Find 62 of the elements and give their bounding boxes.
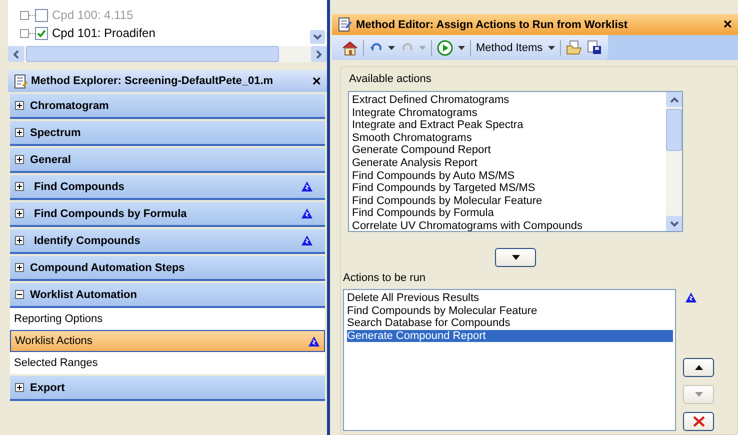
panel-title: Method Explorer: Screening-DefaultPete_01.m bbox=[31, 75, 274, 87]
left-chevron-icon[interactable] bbox=[13, 50, 19, 58]
list-label: Actions to be run bbox=[343, 272, 427, 284]
scroll-down-button[interactable] bbox=[310, 30, 325, 44]
up-arrow-icon bbox=[694, 365, 702, 370]
move-up-button[interactable] bbox=[683, 358, 714, 377]
list-item[interactable]: Find Compounds by Auto MS/MS bbox=[352, 170, 666, 182]
list-item[interactable]: Search Database for Compounds bbox=[347, 317, 673, 330]
list-item[interactable]: Correlate UV Chromatograms with Compounds bbox=[352, 220, 666, 233]
section-header[interactable]: Identify Compounds bbox=[10, 229, 325, 254]
section-header[interactable]: Worklist Automation bbox=[10, 283, 325, 308]
close-button[interactable]: × bbox=[312, 72, 321, 90]
list-item[interactable]: Find Compounds by Formula bbox=[352, 207, 666, 220]
method-items-menu[interactable]: Method Items bbox=[476, 42, 543, 54]
section-header[interactable]: Find Compounds bbox=[10, 175, 325, 200]
list-item[interactable]: Find Compounds by Molecular Feature bbox=[352, 194, 666, 208]
section-header[interactable]: Find Compounds by Formula bbox=[10, 202, 325, 227]
home-icon[interactable] bbox=[342, 40, 358, 56]
list-item[interactable]: Smooth Chromatograms bbox=[352, 132, 666, 144]
list-item[interactable]: Generate Analysis Report bbox=[352, 156, 666, 170]
list-item[interactable]: Integrate and Extract Peak Spectra bbox=[352, 119, 666, 132]
open-folder-icon[interactable] bbox=[566, 40, 582, 55]
up-chevron-icon[interactable] bbox=[670, 96, 678, 102]
add-action-button[interactable] bbox=[495, 248, 536, 267]
document-icon bbox=[14, 74, 28, 88]
down-chevron-icon[interactable] bbox=[670, 220, 678, 226]
horizontal-scrollbar[interactable] bbox=[8, 46, 327, 62]
dropdown-arrow-icon[interactable] bbox=[548, 46, 555, 50]
list-item[interactable]: Delete All Previous Results bbox=[347, 292, 673, 305]
edit-document-icon bbox=[338, 17, 352, 32]
section-header[interactable]: Export bbox=[10, 376, 325, 401]
list-item[interactable]: Extract Defined Chromatograms bbox=[352, 94, 666, 107]
right-chevron-icon[interactable] bbox=[316, 50, 322, 58]
section-header[interactable]: General bbox=[10, 148, 325, 173]
down-arrow-icon bbox=[512, 255, 520, 260]
list-label: Available actions bbox=[349, 73, 432, 85]
list-item[interactable]: Generate Compound Report bbox=[347, 330, 673, 342]
section-item[interactable]: Worklist Actions bbox=[10, 330, 325, 352]
section-header[interactable]: Compound Automation Steps bbox=[10, 256, 325, 281]
down-chevron-icon bbox=[313, 34, 322, 40]
vertical-scrollbar[interactable] bbox=[666, 92, 682, 231]
run-icon[interactable] bbox=[437, 40, 453, 56]
section-header[interactable]: Chromatogram bbox=[10, 94, 325, 119]
close-icon bbox=[692, 415, 706, 428]
section-header[interactable]: Spectrum bbox=[10, 121, 325, 146]
checkbox[interactable] bbox=[35, 26, 48, 40]
section-item[interactable]: Selected Ranges bbox=[10, 352, 325, 374]
list-item[interactable]: Generate Compound Report bbox=[352, 144, 666, 157]
down-arrow-icon bbox=[694, 392, 702, 397]
delete-button[interactable] bbox=[683, 412, 714, 431]
section-item[interactable]: Reporting Options bbox=[10, 308, 325, 330]
list-item[interactable]: Find Compounds by Targeted MS/MS bbox=[352, 182, 666, 195]
close-button[interactable]: × bbox=[723, 16, 732, 33]
tree-item-label[interactable]: Cpd 101: Proadifen bbox=[52, 26, 156, 40]
dropdown-arrow-icon[interactable] bbox=[458, 46, 465, 50]
editor-title: Method Editor: Assign Actions to Run from Worklist bbox=[356, 18, 629, 30]
save-icon[interactable] bbox=[586, 40, 602, 55]
list-item[interactable]: Integrate Chromatograms bbox=[352, 106, 666, 120]
dropdown-arrow-icon bbox=[419, 46, 426, 50]
list-item[interactable]: Find Compounds by Molecular Feature bbox=[347, 304, 673, 318]
checkbox[interactable] bbox=[35, 8, 48, 22]
dropdown-arrow-icon[interactable] bbox=[388, 46, 395, 50]
